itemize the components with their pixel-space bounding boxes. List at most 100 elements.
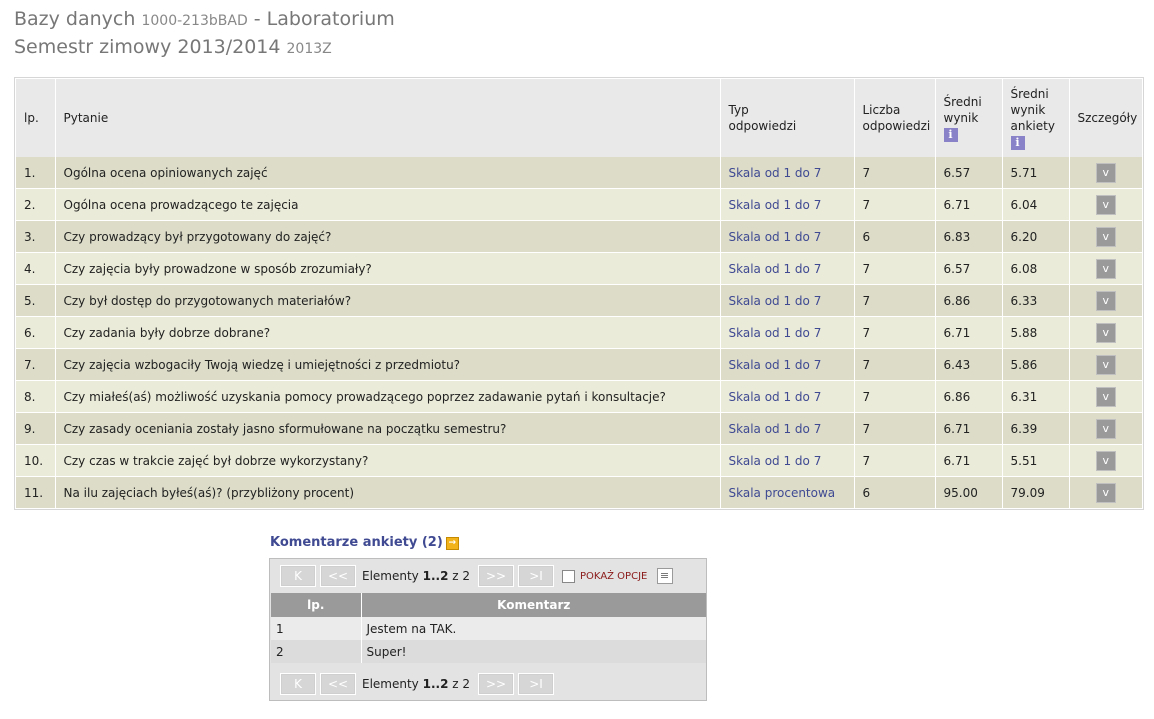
row-answer-type[interactable]: Skala od 1 do 7 <box>720 348 855 381</box>
row-answer-count: 7 <box>854 284 936 317</box>
row-answer-count: 7 <box>854 252 936 285</box>
table-row: 11. Na ilu zajęciach byłeś(aś)? (przybliż… <box>16 476 1142 509</box>
show-options-checkbox[interactable] <box>562 569 576 583</box>
row-answer-type[interactable]: Skala od 1 do 7 <box>720 284 855 317</box>
prev-page-button[interactable]: << <box>320 565 356 587</box>
pager-range: 1..2 <box>422 569 449 583</box>
comment-row: 2 Super! <box>271 640 706 663</box>
pager-info: Elementy 1..2 z 2 <box>362 677 470 691</box>
expand-details-button[interactable]: v <box>1095 450 1116 471</box>
row-avg-all: 6.31 <box>1002 380 1070 413</box>
comment-text: Jestem na TAK. <box>361 617 706 640</box>
row-answer-type[interactable]: Skala od 1 do 7 <box>720 252 855 285</box>
row-details: v <box>1069 380 1142 413</box>
row-avg: 6.71 <box>935 188 1003 221</box>
row-answer-count: 7 <box>854 348 936 381</box>
row-answer-type[interactable]: Skala od 1 do 7 <box>720 188 855 221</box>
semester-title: Semestr zimowy 2013/2014 2013Z <box>14 34 395 62</box>
comment-lp: 1 <box>271 617 362 640</box>
row-avg-all: 6.20 <box>1002 220 1070 253</box>
row-answer-type[interactable]: Skala od 1 do 7 <box>720 412 855 445</box>
col-header-avg-line2: wynik <box>943 111 979 125</box>
last-page-button[interactable]: >I <box>518 673 555 695</box>
col-header-type-line1: Typ <box>728 103 749 117</box>
col-header-avg-all-line3: ankiety <box>1010 119 1055 133</box>
row-question: Czy był dostęp do przygotowanych materia… <box>55 284 721 317</box>
info-icon[interactable]: i <box>943 128 958 142</box>
row-answer-type[interactable]: Skala od 1 do 7 <box>720 444 855 477</box>
col-header-question: Pytanie <box>55 79 721 157</box>
row-details: v <box>1069 316 1142 349</box>
course-title: Bazy danych 1000-213bBAD - Laboratorium <box>14 6 395 34</box>
prev-page-button[interactable]: << <box>320 673 356 695</box>
row-question: Ogólna ocena opiniowanych zajęć <box>55 157 721 189</box>
pager-total: z 2 <box>452 569 471 583</box>
row-lp: 4. <box>16 252 56 285</box>
table-row: 1. Ogólna ocena opiniowanych zajęć Skala o… <box>16 157 1142 189</box>
expand-icon[interactable]: → <box>445 537 459 550</box>
row-answer-count: 7 <box>854 444 936 477</box>
expand-details-button[interactable]: v <box>1095 482 1116 503</box>
row-avg: 6.71 <box>935 412 1003 445</box>
pager-total: z 2 <box>452 677 471 691</box>
row-avg-all: 79.09 <box>1002 476 1070 509</box>
first-page-button[interactable]: K <box>280 673 316 695</box>
row-details: v <box>1069 252 1142 285</box>
last-page-button[interactable]: >I <box>518 565 555 587</box>
row-details: v <box>1069 476 1142 509</box>
row-avg-all: 6.08 <box>1002 252 1070 285</box>
expand-details-button[interactable]: v <box>1095 418 1116 439</box>
row-answer-type[interactable]: Skala od 1 do 7 <box>720 157 855 189</box>
row-question: Na ilu zajęciach byłeś(aś)? (przybliżony… <box>55 476 721 509</box>
row-lp: 11. <box>16 476 56 509</box>
row-answer-type[interactable]: Skala procentowa <box>720 476 855 509</box>
next-page-button[interactable]: >> <box>478 565 515 587</box>
comments-title[interactable]: Komentarze ankiety (2) → <box>270 535 459 550</box>
info-icon[interactable]: i <box>1010 136 1025 150</box>
comments-table: lp. Komentarz 1 Jestem na TAK. 2 Super! <box>271 593 706 663</box>
comments-title-text[interactable]: Komentarze ankiety (2) <box>270 535 443 550</box>
col-header-type: Typ odpowiedzi <box>720 79 855 157</box>
first-page-button[interactable]: K <box>280 565 316 587</box>
col-header-avg: Średni wynik i <box>935 79 1003 157</box>
expand-details-button[interactable]: v <box>1095 162 1116 183</box>
col-header-avg-all: Średni wynik ankiety i <box>1002 79 1070 157</box>
comments-col-comment: Komentarz <box>361 593 706 617</box>
course-code: 1000-213bBAD <box>141 13 248 29</box>
expand-details-button[interactable]: v <box>1095 226 1116 247</box>
pager-info: Elementy 1..2 z 2 <box>362 569 470 583</box>
col-header-count-line2: odpowiedzi <box>862 119 931 133</box>
row-answer-type[interactable]: Skala od 1 do 7 <box>720 380 855 413</box>
col-header-avg-line1: Średni <box>943 95 982 109</box>
expand-details-button[interactable]: v <box>1095 386 1116 407</box>
show-options-label[interactable]: POKAŻ OPCJE <box>580 571 647 582</box>
comments-col-lp: lp. <box>271 593 362 617</box>
pager-prefix: Elementy <box>362 569 419 583</box>
next-page-button[interactable]: >> <box>478 673 515 695</box>
row-answer-count: 7 <box>854 316 936 349</box>
row-avg: 6.57 <box>935 252 1003 285</box>
row-avg-all: 5.71 <box>1002 157 1070 189</box>
course-type: - Laboratorium <box>253 8 395 30</box>
col-header-avg-all-line2: wynik <box>1010 103 1046 117</box>
course-name: Bazy danych <box>14 8 136 30</box>
expand-details-button[interactable]: v <box>1095 354 1116 375</box>
expand-details-button[interactable]: v <box>1095 258 1116 279</box>
pager-range: 1..2 <box>422 677 449 691</box>
row-details: v <box>1069 157 1142 189</box>
row-details: v <box>1069 444 1142 477</box>
row-answer-count: 7 <box>854 412 936 445</box>
row-question: Czy prowadzący był przygotowany do zajęć… <box>55 220 721 253</box>
row-answer-type[interactable]: Skala od 1 do 7 <box>720 220 855 253</box>
expand-details-button[interactable]: v <box>1095 290 1116 311</box>
export-spreadsheet-icon[interactable] <box>657 568 674 584</box>
expand-details-button[interactable]: v <box>1095 194 1116 215</box>
expand-details-button[interactable]: v <box>1095 322 1116 343</box>
table-row: 10. Czy czas w trakcie zajęć był dobrze w… <box>16 444 1142 477</box>
row-details: v <box>1069 284 1142 317</box>
row-lp: 10. <box>16 444 56 477</box>
col-header-lp: lp. <box>16 79 56 157</box>
row-answer-type[interactable]: Skala od 1 do 7 <box>720 316 855 349</box>
col-header-avg-all-line1: Średni <box>1010 87 1049 101</box>
pager-bottom: K << Elementy 1..2 z 2 >> >I <box>280 673 558 695</box>
